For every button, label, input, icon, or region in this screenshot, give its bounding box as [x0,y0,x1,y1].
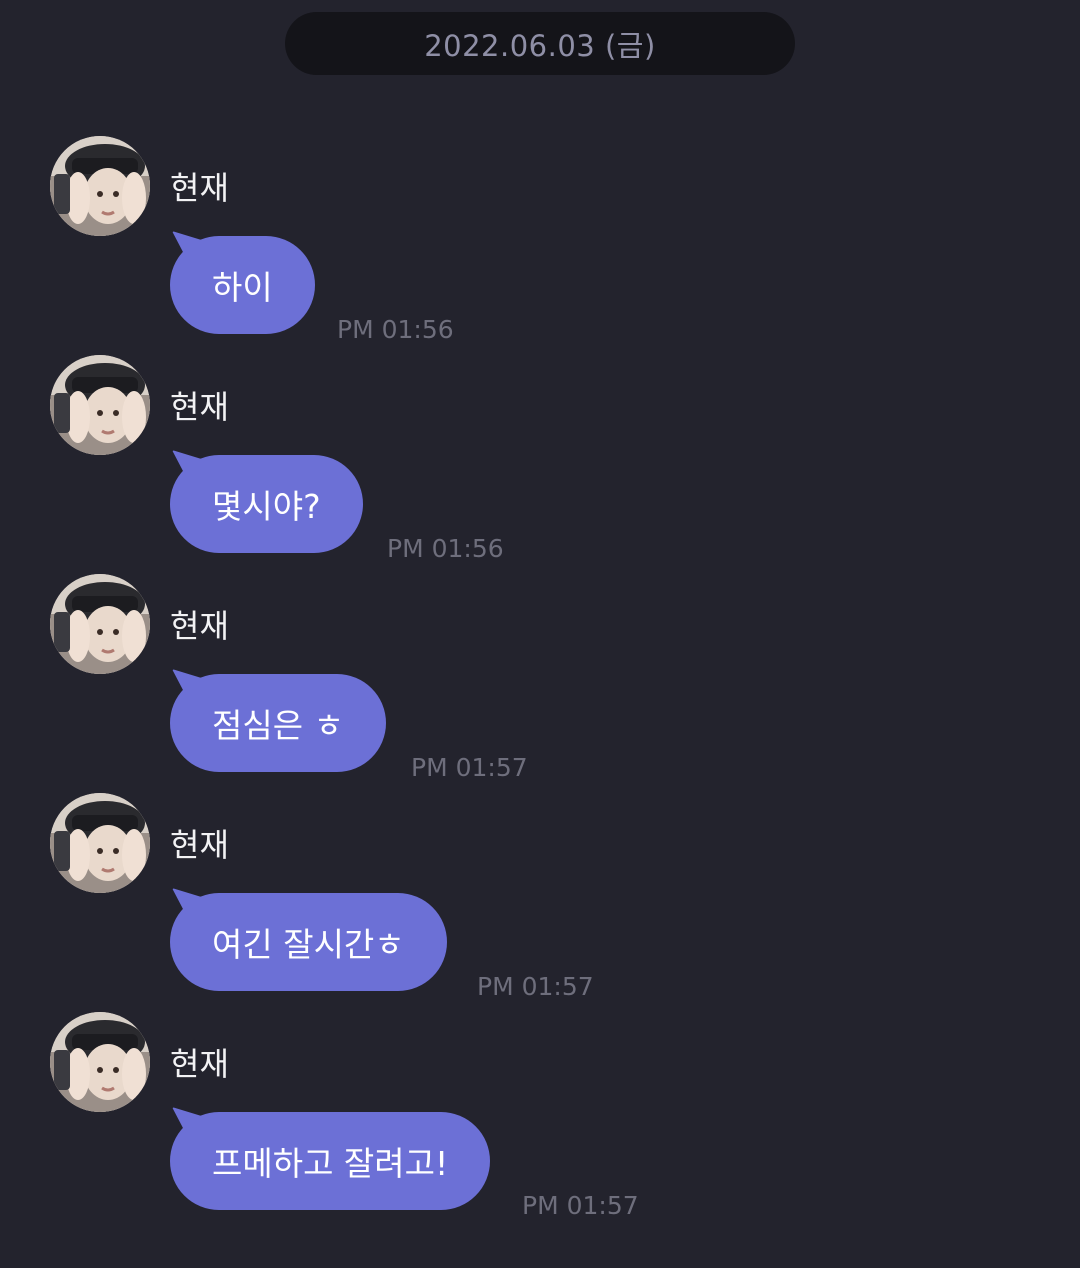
profile-photo-icon [50,355,150,455]
sender-name: 현재 [170,169,229,207]
message-row: 현재 점심은 ㅎ PM 01:57 [0,574,1080,784]
sender-name: 현재 [170,826,229,864]
avatar[interactable] [50,355,150,455]
date-header: 2022.06.03 (금) [285,12,795,75]
profile-photo-icon [50,793,150,893]
message-time: PM 01:57 [411,753,528,782]
sender-name: 현재 [170,388,229,426]
message-row: 현재 여긴 잘시간ㅎ PM 01:57 [0,793,1080,1003]
avatar[interactable] [50,574,150,674]
message-text: 프메하고 잘려고! [212,1144,449,1183]
message-row: 현재 몇시야? PM 01:56 [0,355,1080,565]
sender-name: 현재 [170,607,229,645]
message-bubble[interactable]: 점심은 ㅎ [170,674,386,772]
message-row: 현재 하이 PM 01:56 [0,136,1080,346]
message-row: 현재 프메하고 잘려고! PM 01:57 [0,1012,1080,1222]
message-text: 점심은 ㅎ [212,706,344,745]
message-text: 여긴 잘시간ㅎ [212,925,405,964]
message-time: PM 01:57 [477,972,594,1001]
avatar[interactable] [50,1012,150,1112]
message-bubble[interactable]: 여긴 잘시간ㅎ [170,893,447,991]
sender-name: 현재 [170,1045,229,1083]
date-text: 2022.06.03 (금) [424,28,656,63]
avatar[interactable] [50,793,150,893]
message-bubble[interactable]: 몇시야? [170,455,363,553]
message-text: 하이 [212,268,273,307]
profile-photo-icon [50,136,150,236]
message-time: PM 01:57 [522,1191,639,1220]
message-time: PM 01:56 [337,315,454,344]
message-bubble[interactable]: 프메하고 잘려고! [170,1112,491,1210]
avatar[interactable] [50,136,150,236]
profile-photo-icon [50,1012,150,1112]
profile-photo-icon [50,574,150,674]
message-bubble[interactable]: 하이 [170,236,315,334]
message-text: 몇시야? [212,487,321,526]
message-time: PM 01:56 [387,534,504,563]
